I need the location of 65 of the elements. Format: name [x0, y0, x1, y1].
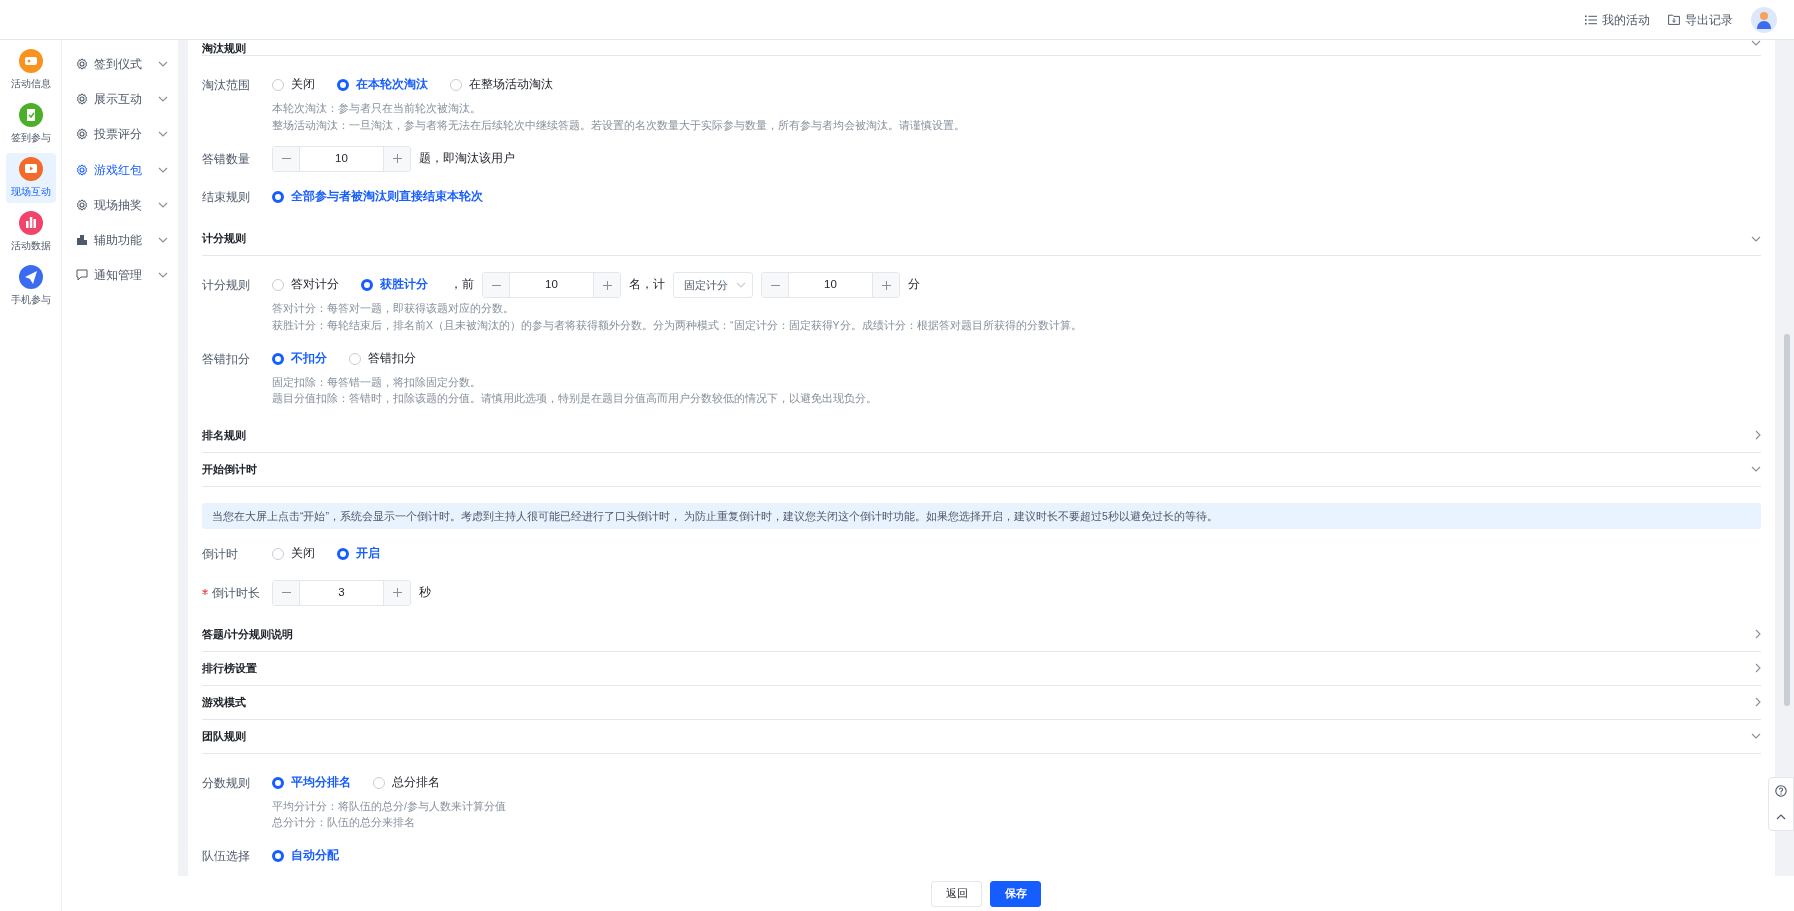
radio-option[interactable]: 答对计分: [272, 276, 339, 294]
radio-option[interactable]: 在本轮次淘汰: [337, 76, 428, 94]
radio-option[interactable]: 平均分排名: [272, 773, 351, 792]
help-text: 答对计分：每答对一题，即获得该题对应的分数。: [272, 301, 515, 316]
field-label: 计分规则: [202, 278, 251, 293]
rail-item[interactable]: 手机参与: [5, 261, 56, 311]
field-label: 队伍选择: [202, 849, 251, 864]
field-text: 秒: [419, 584, 431, 600]
field-label: 答错扣分: [202, 351, 251, 367]
help-text: 本轮次淘汰：参与者只在当前轮次被淘汰。: [272, 101, 482, 116]
rail-item[interactable]: 活动信息: [5, 45, 56, 95]
menu-item[interactable]: 辅助功能: [62, 222, 178, 258]
field-label: 倒计时长: [202, 579, 272, 606]
section-header[interactable]: 计分规则: [202, 222, 1761, 256]
rail-item[interactable]: 签到参与: [5, 99, 56, 149]
help-text: 总分计分：队伍的总分来排名: [272, 815, 416, 830]
field-label: 结束规则: [202, 190, 251, 205]
rail-item[interactable]: 活动数据: [5, 207, 56, 257]
radio-option[interactable]: 开启: [337, 545, 380, 563]
help-text: 题目分值扣除：答错时，扣除该题的分值。请慎用此选项，特别是在题目分值高而用户分数较低的情况下，以避免出现负分。: [272, 391, 878, 406]
number-stepper[interactable]: 10: [761, 272, 900, 298]
field-text: 分: [908, 277, 920, 293]
menu-item[interactable]: 现场抽奖: [62, 187, 178, 223]
number-stepper[interactable]: 10: [272, 145, 411, 172]
radio-option[interactable]: 关闭: [272, 545, 315, 563]
section-header[interactable]: 游戏模式: [202, 685, 1761, 720]
header-link[interactable]: 我的活动: [1585, 10, 1650, 29]
menu-item[interactable]: 通知管理: [62, 257, 178, 294]
number-stepper[interactable]: 10: [482, 272, 621, 298]
section-header[interactable]: 淘汰规则: [202, 40, 1761, 56]
help-text: 获胜计分：每轮结束后，排名前X（且未被淘汰的）的参与者将获得额外分数。分为两种模式：“固定计分：固定获得Y分。成绩计分：根据答对题目所获得的分数计算。: [272, 317, 1083, 333]
section-header[interactable]: 排名规则: [202, 418, 1761, 453]
field-text: 题，即淘汰该用户: [419, 150, 515, 166]
dropdown[interactable]: 固定计分: [673, 272, 753, 298]
radio-option[interactable]: 答错扣分: [349, 349, 416, 368]
radio-option[interactable]: 全部参与者被淘汰则直接结束本轮次: [272, 188, 483, 206]
radio-option[interactable]: 关闭: [272, 76, 315, 94]
field-label: 答错数量: [202, 151, 251, 167]
back-button[interactable]: 返回: [931, 880, 982, 907]
save-button[interactable]: 保存: [990, 880, 1041, 907]
menu-item[interactable]: 投票评分: [62, 116, 178, 152]
section-header[interactable]: 开始倒计时: [202, 452, 1761, 487]
section-header[interactable]: 团队规则: [202, 719, 1761, 754]
radio-option[interactable]: 总分排名: [373, 773, 440, 792]
field-label: 淘汰范围: [202, 78, 251, 93]
radio-option[interactable]: 自动分配: [272, 847, 339, 865]
field-text: ，前: [450, 277, 474, 293]
rail-item[interactable]: 现场互动: [5, 153, 56, 203]
menu-item[interactable]: 签到仪式: [62, 46, 178, 82]
section-header[interactable]: 排行榜设置: [202, 651, 1761, 686]
menu-item[interactable]: 展示互动: [62, 81, 178, 117]
radio-option[interactable]: 在整场活动淘汰: [450, 76, 553, 94]
section-header[interactable]: 答题/计分规则说明: [202, 617, 1761, 652]
menu-item[interactable]: 游戏红包: [62, 151, 178, 188]
field-label: 倒计时: [202, 547, 239, 562]
radio-option[interactable]: 获胜计分: [361, 276, 428, 294]
help-text: 平均分计分：将队伍的总分/参与人数来计算分值: [272, 798, 507, 814]
notice-banner: 当您在大屏上点击“开始”，系统会显示一个倒计时。考虑到主持人很可能已经进行了口头倒计时， 为防止重复倒计时，建议您关闭这个倒计时功能。如果您选择开启，建议时长不要超过5秒以避免过长的等待。: [202, 502, 1761, 529]
header-link[interactable]: 导出记录: [1668, 10, 1733, 29]
field-label: 分数规则: [202, 775, 251, 791]
radio-option[interactable]: 不扣分: [272, 349, 327, 368]
help-text: 固定扣除：每答错一题，将扣除固定分数。: [272, 374, 482, 390]
help-text: 整场活动淘汰：一旦淘汰，参与者将无法在后续轮次中继续答题。若设置的名次数量大于实际参与数量，所有参与者均会被淘汰。请谨慎设置。: [272, 117, 966, 133]
field-text: 名，计: [629, 277, 665, 293]
number-stepper[interactable]: 3: [272, 579, 411, 606]
